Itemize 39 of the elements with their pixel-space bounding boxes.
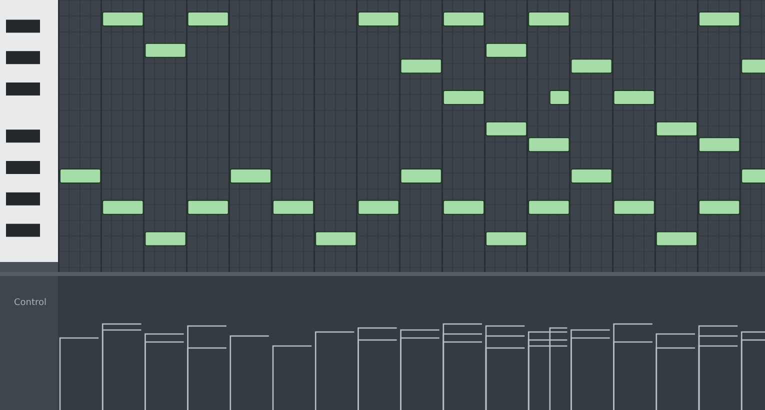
note-block[interactable] <box>272 200 314 215</box>
note-block[interactable] <box>486 231 528 246</box>
note-block[interactable] <box>741 168 765 184</box>
note-block[interactable] <box>486 42 528 58</box>
note-block[interactable] <box>698 137 740 152</box>
note-block[interactable] <box>656 121 698 136</box>
note-block[interactable] <box>741 58 765 74</box>
note-block[interactable] <box>187 12 229 26</box>
note-block[interactable] <box>400 168 442 184</box>
piano-keyboard-drawing[interactable] <box>0 0 58 272</box>
piano-roll-grid[interactable] <box>58 0 765 272</box>
note-block[interactable] <box>144 42 186 58</box>
note-block[interactable] <box>230 168 272 184</box>
note-block[interactable] <box>144 231 186 246</box>
note-block[interactable] <box>60 168 102 184</box>
note-block[interactable] <box>102 200 144 215</box>
note-block[interactable] <box>358 12 400 26</box>
note-block[interactable] <box>528 12 570 26</box>
note-block[interactable] <box>698 200 740 215</box>
note-block[interactable] <box>698 12 740 26</box>
note-block[interactable] <box>187 200 229 215</box>
note-block[interactable] <box>613 90 655 105</box>
controller-label: Control <box>14 298 47 308</box>
note-block[interactable] <box>442 12 484 26</box>
note-block[interactable] <box>315 231 357 246</box>
note-block[interactable] <box>549 90 570 105</box>
note-block[interactable] <box>570 58 612 74</box>
note-block[interactable] <box>528 137 570 152</box>
note-block[interactable] <box>358 200 400 215</box>
note-block[interactable] <box>528 200 570 215</box>
note-block[interactable] <box>400 58 442 74</box>
note-block[interactable] <box>102 12 144 26</box>
note-block[interactable] <box>442 200 484 215</box>
note-block[interactable] <box>613 200 655 215</box>
note-block[interactable] <box>442 90 484 105</box>
velocity-bars-drawing[interactable] <box>59 323 765 410</box>
note-block[interactable] <box>486 121 528 136</box>
note-block[interactable] <box>656 231 698 246</box>
note-block[interactable] <box>570 168 612 184</box>
